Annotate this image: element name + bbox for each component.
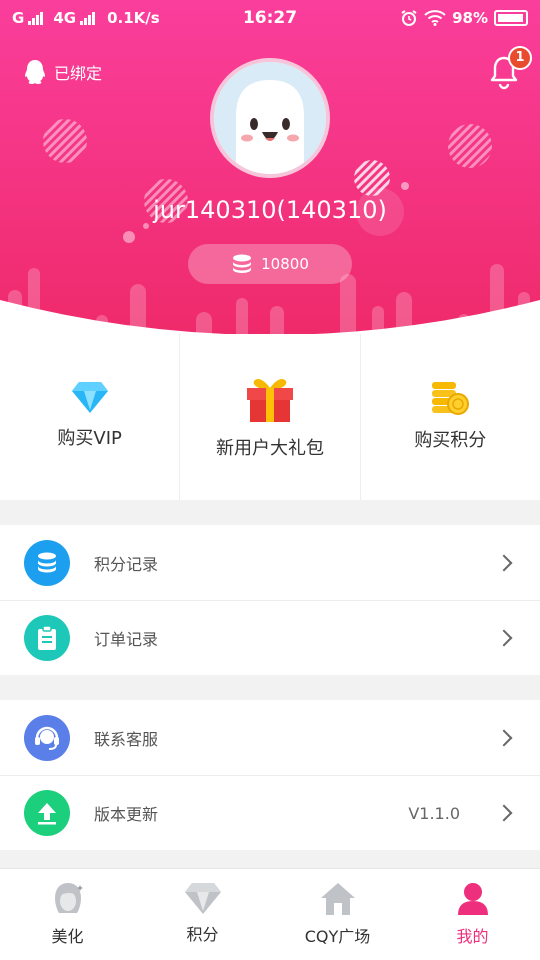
bound-label: 已绑定 <box>54 64 103 83</box>
notification-badge: 1 <box>508 46 532 70</box>
nav-square-label: CQY广场 <box>304 927 371 946</box>
avatar[interactable] <box>210 58 330 178</box>
new-user-gift-label: 新用户大礼包 <box>215 438 324 459</box>
diamond-icon <box>71 382 108 413</box>
order-record-label: 订单记录 <box>94 630 159 649</box>
quick-actions: 购买VIP 新用户大礼包 购买积分 <box>0 334 540 500</box>
database-icon <box>24 539 70 586</box>
buy-points-button[interactable]: 购买积分 <box>359 334 540 500</box>
contact-support-label: 联系客服 <box>94 729 159 749</box>
new-user-gift-button[interactable]: 新用户大礼包 <box>179 334 359 500</box>
status-bar: G 4G 0.1K/s 16:27 98% <box>0 0 540 36</box>
version-update-item[interactable]: 版本更新 V1.1.0 <box>0 775 540 850</box>
clipboard-icon <box>24 615 70 661</box>
nav-points[interactable]: 积分 <box>135 869 270 960</box>
battery-icon <box>494 10 528 26</box>
beauty-icon <box>54 883 83 913</box>
headset-icon <box>24 714 70 761</box>
points-record-label: 积分记录 <box>94 554 159 574</box>
nav-mine-label: 我的 <box>456 927 489 946</box>
bound-status[interactable]: 已绑定 <box>22 58 102 86</box>
coins-icon <box>432 382 470 415</box>
clock: 16:27 <box>242 8 298 28</box>
nav-beautify[interactable]: 美化 <box>0 869 135 960</box>
bottom-nav: 美化 积分 CQY广场 我的 <box>0 868 540 960</box>
points-value: 10800 <box>261 255 309 273</box>
username: jur140310(140310) <box>153 196 387 224</box>
buy-vip-label: 购买VIP <box>57 428 122 449</box>
qq-icon <box>25 60 45 84</box>
menu-group-records: 积分记录 订单记录 <box>0 525 540 675</box>
contact-support-item[interactable]: 联系客服 <box>0 700 540 775</box>
version-value: V1.1.0 <box>408 803 460 823</box>
nav-points-label: 积分 <box>186 925 219 944</box>
buy-vip-button[interactable]: 购买VIP <box>0 334 179 500</box>
chevron-right-icon <box>495 804 513 822</box>
user-icon <box>457 883 488 915</box>
coin-stack-icon <box>233 254 252 273</box>
buy-points-label: 购买积分 <box>414 430 487 451</box>
chevron-right-icon <box>495 729 513 746</box>
nav-mine[interactable]: 我的 <box>405 869 540 960</box>
nav-square[interactable]: CQY广场 <box>270 869 405 960</box>
nav-beautify-label: 美化 <box>51 927 84 946</box>
ghost-avatar-icon <box>214 62 326 174</box>
upload-icon <box>24 790 70 836</box>
points-balance[interactable]: 10800 <box>188 244 352 284</box>
version-update-label: 版本更新 <box>94 805 159 824</box>
profile-header: G 4G 0.1K/s 16:27 98% 已绑定 1 jur140310(14… <box>0 0 540 340</box>
home-icon <box>320 883 355 915</box>
gift-icon <box>246 379 293 422</box>
diamond-icon <box>184 883 221 914</box>
points-record-item[interactable]: 积分记录 <box>0 525 540 600</box>
chevron-right-icon <box>495 554 513 571</box>
chevron-right-icon <box>495 629 513 647</box>
order-record-item[interactable]: 订单记录 <box>0 600 540 675</box>
menu-group-support: 联系客服 版本更新 V1.1.0 <box>0 700 540 850</box>
